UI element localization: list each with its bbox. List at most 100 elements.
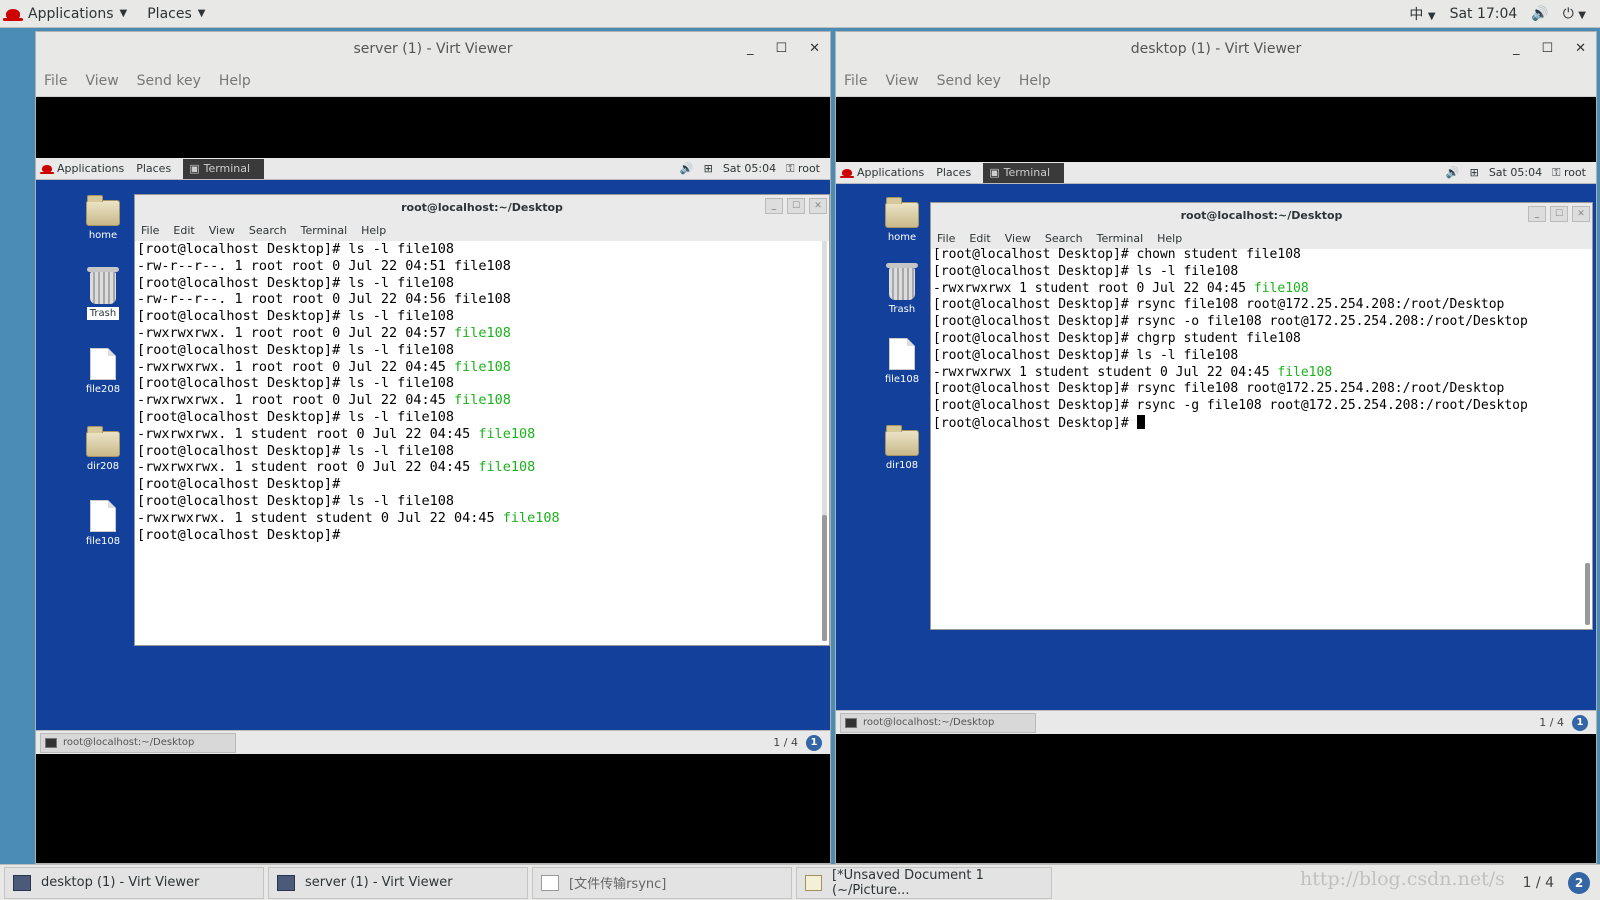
desktop-icon-file208[interactable]: file208 [78, 348, 128, 395]
desktop-icon-dir108[interactable]: dir108 [877, 425, 927, 471]
menu-help[interactable]: Help [1019, 73, 1051, 89]
guest-terminal-task[interactable]: ▣ Terminal [983, 162, 1065, 183]
minimize-icon[interactable]: _ [765, 198, 783, 214]
terminal-window[interactable]: root@localhost:~/Desktop _ ☐ ✕ File Edit… [930, 202, 1593, 630]
minimize-icon[interactable]: _ [1528, 206, 1546, 222]
close-icon[interactable]: ✕ [809, 41, 820, 56]
menu-view[interactable]: View [85, 73, 118, 89]
volume-icon[interactable]: 🔊 [1446, 166, 1460, 179]
menu-send-key[interactable]: Send key [937, 73, 1001, 89]
close-icon[interactable]: ✕ [1575, 41, 1586, 56]
close-icon[interactable]: ✕ [809, 198, 827, 214]
desktop-icon-home[interactable]: home [877, 197, 927, 243]
terminal-line-text: [root@localhost Desktop]# chown student … [933, 247, 1301, 262]
terminal-menu-help[interactable]: Help [361, 224, 386, 237]
terminal-line-text: -rw-r--r--. 1 root root 0 Jul 22 04:56 f… [137, 291, 511, 308]
guest-user-menu[interactable]: ⚿ root [1552, 166, 1586, 180]
network-icon[interactable]: ⊞ [1470, 166, 1479, 179]
terminal-window[interactable]: root@localhost:~/Desktop _ ☐ ✕ File Edit… [134, 194, 830, 646]
terminal-menu-search[interactable]: Search [249, 224, 287, 237]
terminal-line-text: [root@localhost Desktop]# rsync -g file1… [933, 398, 1528, 414]
taskbar-item-label: [文件传输rsync] [569, 877, 667, 892]
terminal-titlebar[interactable]: root@localhost:~/Desktop _ ☐ ✕ [931, 203, 1592, 227]
home-folder-icon [86, 195, 120, 226]
notification-icon[interactable]: 2 [1568, 871, 1590, 894]
desktop-icon-trash[interactable]: Trash [877, 263, 927, 315]
guest-clock[interactable]: Sat 05:04 [723, 162, 776, 175]
clock[interactable]: Sat 17:04 [1450, 6, 1518, 22]
power-icon[interactable]: ⏻ ▼ [1563, 6, 1586, 22]
terminal-scrollbar-thumb[interactable] [822, 515, 827, 641]
maximize-icon[interactable]: ☐ [1550, 206, 1568, 222]
guest-places-menu[interactable]: Places [136, 162, 171, 175]
guest-taskbar-item[interactable]: root@localhost:~/Desktop [40, 732, 236, 753]
terminal-output[interactable]: [root@localhost Desktop]# ls -l file108-… [135, 241, 819, 645]
desktop-icon-file108[interactable]: file108 [877, 338, 927, 385]
menu-help[interactable]: Help [219, 73, 251, 89]
terminal-menu-view[interactable]: View [209, 224, 235, 237]
desktop-icon-file108[interactable]: file108 [78, 500, 128, 547]
workspace-pager[interactable]: 1 / 4 [773, 736, 798, 749]
watermark: http://blog.csdn.net/s [1300, 868, 1505, 890]
taskbar-item-rsync-doc[interactable]: [文件传输rsync] [532, 866, 792, 899]
maximize-icon[interactable]: ☐ [1541, 41, 1553, 56]
menu-send-key[interactable]: Send key [137, 73, 201, 89]
places-menu[interactable]: Places ▼ [147, 6, 205, 22]
guest-places-menu[interactable]: Places [936, 166, 971, 179]
maximize-icon[interactable]: ☐ [775, 41, 787, 56]
trash-icon [87, 267, 119, 304]
terminal-menu-file[interactable]: File [937, 232, 955, 245]
minimize-icon[interactable]: _ [1513, 41, 1520, 56]
terminal-line: -rwxrwxrwx. 1 root root 0 Jul 22 04:45 f… [137, 359, 819, 376]
desktop-virt-viewer-window[interactable]: desktop (1) - Virt Viewer _ ☐ ✕ File Vie… [835, 31, 1597, 864]
terminal-menu-edit[interactable]: Edit [969, 232, 990, 245]
terminal-menu-view[interactable]: View [1005, 232, 1031, 245]
terminal-menu-terminal[interactable]: Terminal [301, 224, 348, 237]
terminal-menu-edit[interactable]: Edit [173, 224, 194, 237]
minimize-icon[interactable]: _ [747, 41, 754, 56]
guest-display[interactable]: Applications Places ▣ Terminal 🔊 ⊞ Sat 05… [836, 162, 1596, 734]
guest-terminal-task[interactable]: ▣ Terminal [183, 158, 265, 179]
terminal-menu-help[interactable]: Help [1157, 232, 1182, 245]
window-titlebar[interactable]: server (1) - Virt Viewer _ ☐ ✕ [36, 32, 830, 65]
guest-applications-menu[interactable]: Applications [840, 166, 924, 179]
guest-user-label: root [797, 161, 820, 175]
terminal-menu-search[interactable]: Search [1045, 232, 1083, 245]
window-titlebar[interactable]: desktop (1) - Virt Viewer _ ☐ ✕ [836, 32, 1596, 65]
maximize-icon[interactable]: ☐ [787, 198, 805, 214]
guest-display[interactable]: Applications Places ▣ Terminal 🔊 ⊞ Sat 05… [36, 158, 830, 754]
menu-file[interactable]: File [844, 73, 867, 89]
terminal-output[interactable]: [root@localhost Desktop]# chown student … [931, 247, 1582, 629]
guest-user-menu[interactable]: ⚿ root [786, 162, 820, 176]
applications-menu[interactable]: Applications ▼ [3, 6, 127, 22]
input-method-indicator[interactable]: 中 ▼ [1409, 4, 1435, 24]
guest-taskbar-item[interactable]: root@localhost:~/Desktop [840, 712, 1036, 733]
workspace-pager[interactable]: 1 / 4 [1539, 716, 1564, 729]
terminal-icon: ▣ [989, 166, 1000, 179]
menu-view[interactable]: View [885, 73, 918, 89]
desktop-icon-home[interactable]: home [78, 195, 128, 241]
workspace-pager[interactable]: 1 / 4 [1523, 875, 1554, 891]
terminal-menu-terminal[interactable]: Terminal [1097, 232, 1144, 245]
terminal-line: [root@localhost Desktop]# ls -l file108 [137, 342, 819, 359]
desktop-icon-dir208[interactable]: dir208 [78, 426, 128, 472]
guest-applications-menu[interactable]: Applications [40, 162, 124, 175]
network-icon[interactable]: ⊞ [704, 162, 713, 175]
taskbar-item-server-viewer[interactable]: server (1) - Virt Viewer [268, 866, 528, 899]
terminal-scrollbar-thumb[interactable] [1585, 563, 1590, 625]
notification-icon[interactable]: 1 [1572, 714, 1588, 731]
taskbar-item-desktop-viewer[interactable]: desktop (1) - Virt Viewer [4, 866, 264, 899]
virt-viewer-icon [13, 874, 31, 891]
menu-file[interactable]: File [44, 73, 67, 89]
desktop-icon-trash[interactable]: Trash [78, 267, 128, 320]
notification-icon[interactable]: 1 [806, 734, 822, 751]
guest-clock[interactable]: Sat 05:04 [1489, 166, 1542, 179]
server-virt-viewer-window[interactable]: server (1) - Virt Viewer _ ☐ ✕ File View… [35, 31, 831, 864]
volume-icon[interactable]: 🔊 [680, 162, 694, 175]
taskbar-item-label: [*Unsaved Document 1 (~/Picture... [832, 867, 984, 898]
volume-icon[interactable]: 🔊 [1531, 6, 1548, 22]
terminal-menu-file[interactable]: File [141, 224, 159, 237]
terminal-titlebar[interactable]: root@localhost:~/Desktop _ ☐ ✕ [135, 195, 829, 219]
taskbar-item-unsaved-document[interactable]: [*Unsaved Document 1 (~/Picture... [796, 866, 1052, 899]
close-icon[interactable]: ✕ [1572, 206, 1590, 222]
